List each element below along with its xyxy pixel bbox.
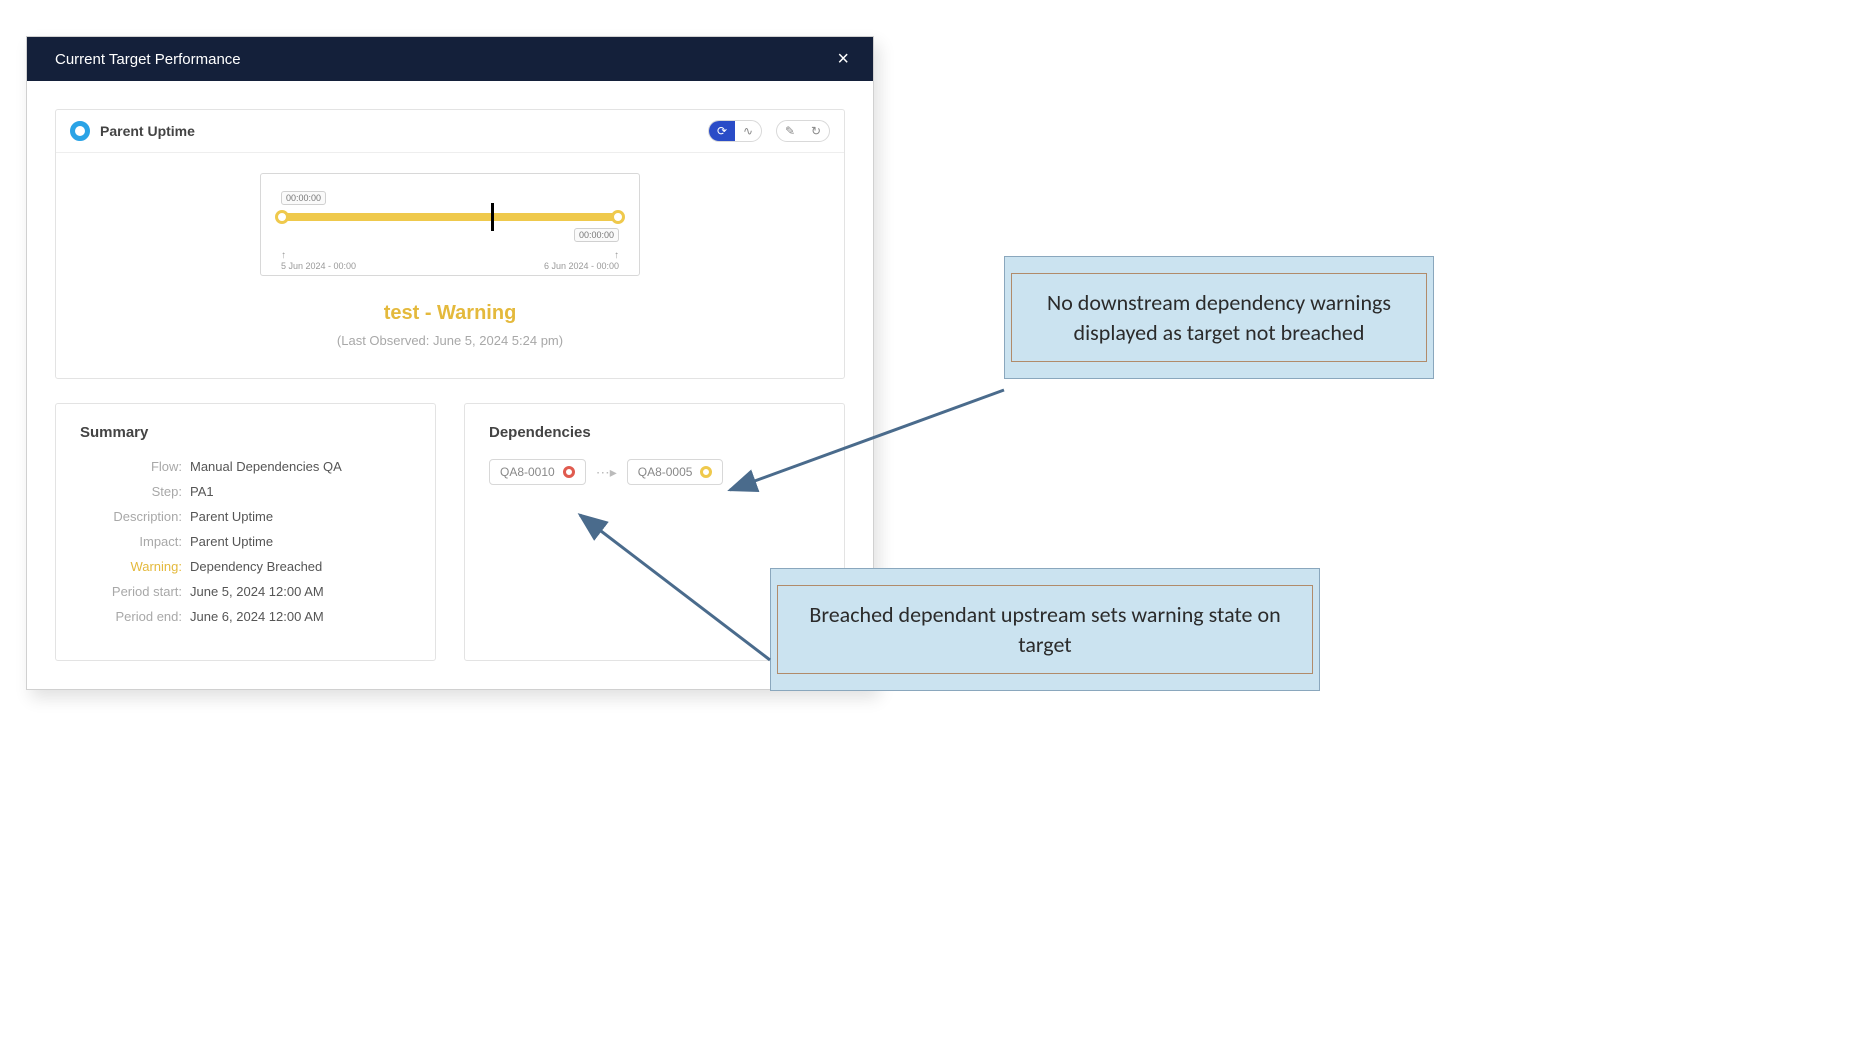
summary-card: Summary Flow: Manual Dependencies QA Ste… — [55, 403, 436, 661]
view-toggle-pill: ⟳ ∿ — [708, 120, 762, 142]
dependency-chip-label: QA8-0010 — [500, 465, 555, 479]
annotation-callout-downstream: No downstream dependency warnings displa… — [1004, 256, 1434, 379]
refresh-button[interactable]: ↻ — [803, 121, 829, 141]
uptime-title: Parent Uptime — [100, 123, 195, 139]
uptime-title-group: Parent Uptime — [70, 121, 195, 141]
timeline-end-badge: 00:00:00 — [574, 228, 619, 242]
modal-header: Current Target Performance × — [27, 37, 873, 81]
summary-val: PA1 — [190, 484, 214, 499]
modal-title: Current Target Performance — [55, 51, 241, 68]
summary-key: Step: — [80, 484, 190, 499]
summary-val: Parent Uptime — [190, 534, 273, 549]
view-wave-button[interactable]: ∿ — [735, 121, 761, 141]
summary-row-description: Description: Parent Uptime — [80, 509, 411, 524]
annotation-text: No downstream dependency warnings displa… — [1011, 273, 1427, 362]
uptime-header: Parent Uptime ⟳ ∿ ✎ ↻ — [56, 110, 844, 152]
summary-row-warning: Warning: Dependency Breached — [80, 559, 411, 574]
summary-title: Summary — [80, 424, 411, 441]
summary-key: Period start: — [80, 584, 190, 599]
status-dot-yellow-icon — [700, 466, 712, 478]
annotation-callout-upstream: Breached dependant upstream sets warning… — [770, 568, 1320, 691]
timeline-now-marker — [491, 203, 494, 231]
summary-key: Warning: — [80, 559, 190, 574]
tools-pill: ✎ ↻ — [776, 120, 830, 142]
uptime-actions: ⟳ ∿ ✎ ↻ — [708, 120, 830, 142]
summary-val: Manual Dependencies QA — [190, 459, 342, 474]
summary-row-step: Step: PA1 — [80, 484, 411, 499]
annotation-text: Breached dependant upstream sets warning… — [777, 585, 1313, 674]
dependency-chip-target[interactable]: QA8-0005 — [627, 459, 724, 485]
dependency-chip-upstream[interactable]: QA8-0010 — [489, 459, 586, 485]
summary-row-flow: Flow: Manual Dependencies QA — [80, 459, 411, 474]
summary-val: Dependency Breached — [190, 559, 322, 574]
timeline-start-badge: 00:00:00 — [281, 191, 326, 205]
close-icon[interactable]: × — [831, 45, 855, 73]
dependency-flow: QA8-0010 ⋯▸ QA8-0005 — [489, 459, 820, 485]
dependency-chip-label: QA8-0005 — [638, 465, 693, 479]
timeline-end-dot — [611, 210, 625, 224]
axis-start-label: 5 Jun 2024 - 00:00 — [281, 250, 356, 271]
view-dot-button[interactable]: ⟳ — [709, 121, 735, 141]
summary-row-impact: Impact: Parent Uptime — [80, 534, 411, 549]
summary-val: June 6, 2024 12:00 AM — [190, 609, 324, 624]
uptime-body: 00:00:00 00:00:00 5 Jun 2024 - 00:00 6 J… — [56, 152, 844, 378]
modal-body: Parent Uptime ⟳ ∿ ✎ ↻ 00:00:00 — [27, 81, 873, 689]
summary-row-period-end: Period end: June 6, 2024 12:00 AM — [80, 609, 411, 624]
timeline-start-dot — [275, 210, 289, 224]
timeline-axis: 5 Jun 2024 - 00:00 6 Jun 2024 - 00:00 — [281, 250, 619, 271]
summary-key: Period end: — [80, 609, 190, 624]
summary-key: Impact: — [80, 534, 190, 549]
lower-columns: Summary Flow: Manual Dependencies QA Ste… — [55, 403, 845, 661]
status-dot-red-icon — [563, 466, 575, 478]
uptime-status-text: test - Warning — [384, 302, 517, 325]
summary-val: June 5, 2024 12:00 AM — [190, 584, 324, 599]
uptime-ring-icon — [70, 121, 90, 141]
axis-end-label: 6 Jun 2024 - 00:00 — [544, 250, 619, 271]
uptime-observed-text: (Last Observed: June 5, 2024 5:24 pm) — [337, 333, 563, 348]
parent-uptime-card: Parent Uptime ⟳ ∿ ✎ ↻ 00:00:00 — [55, 109, 845, 379]
summary-val: Parent Uptime — [190, 509, 273, 524]
summary-row-period-start: Period start: June 5, 2024 12:00 AM — [80, 584, 411, 599]
timeline-track — [281, 213, 619, 221]
pin-button[interactable]: ✎ — [777, 121, 803, 141]
summary-key: Description: — [80, 509, 190, 524]
summary-key: Flow: — [80, 459, 190, 474]
dependencies-title: Dependencies — [489, 424, 820, 441]
target-performance-modal: Current Target Performance × Parent Upti… — [26, 36, 874, 690]
dependency-arrow-icon: ⋯▸ — [596, 464, 617, 481]
uptime-timeline: 00:00:00 00:00:00 5 Jun 2024 - 00:00 6 J… — [260, 173, 640, 276]
